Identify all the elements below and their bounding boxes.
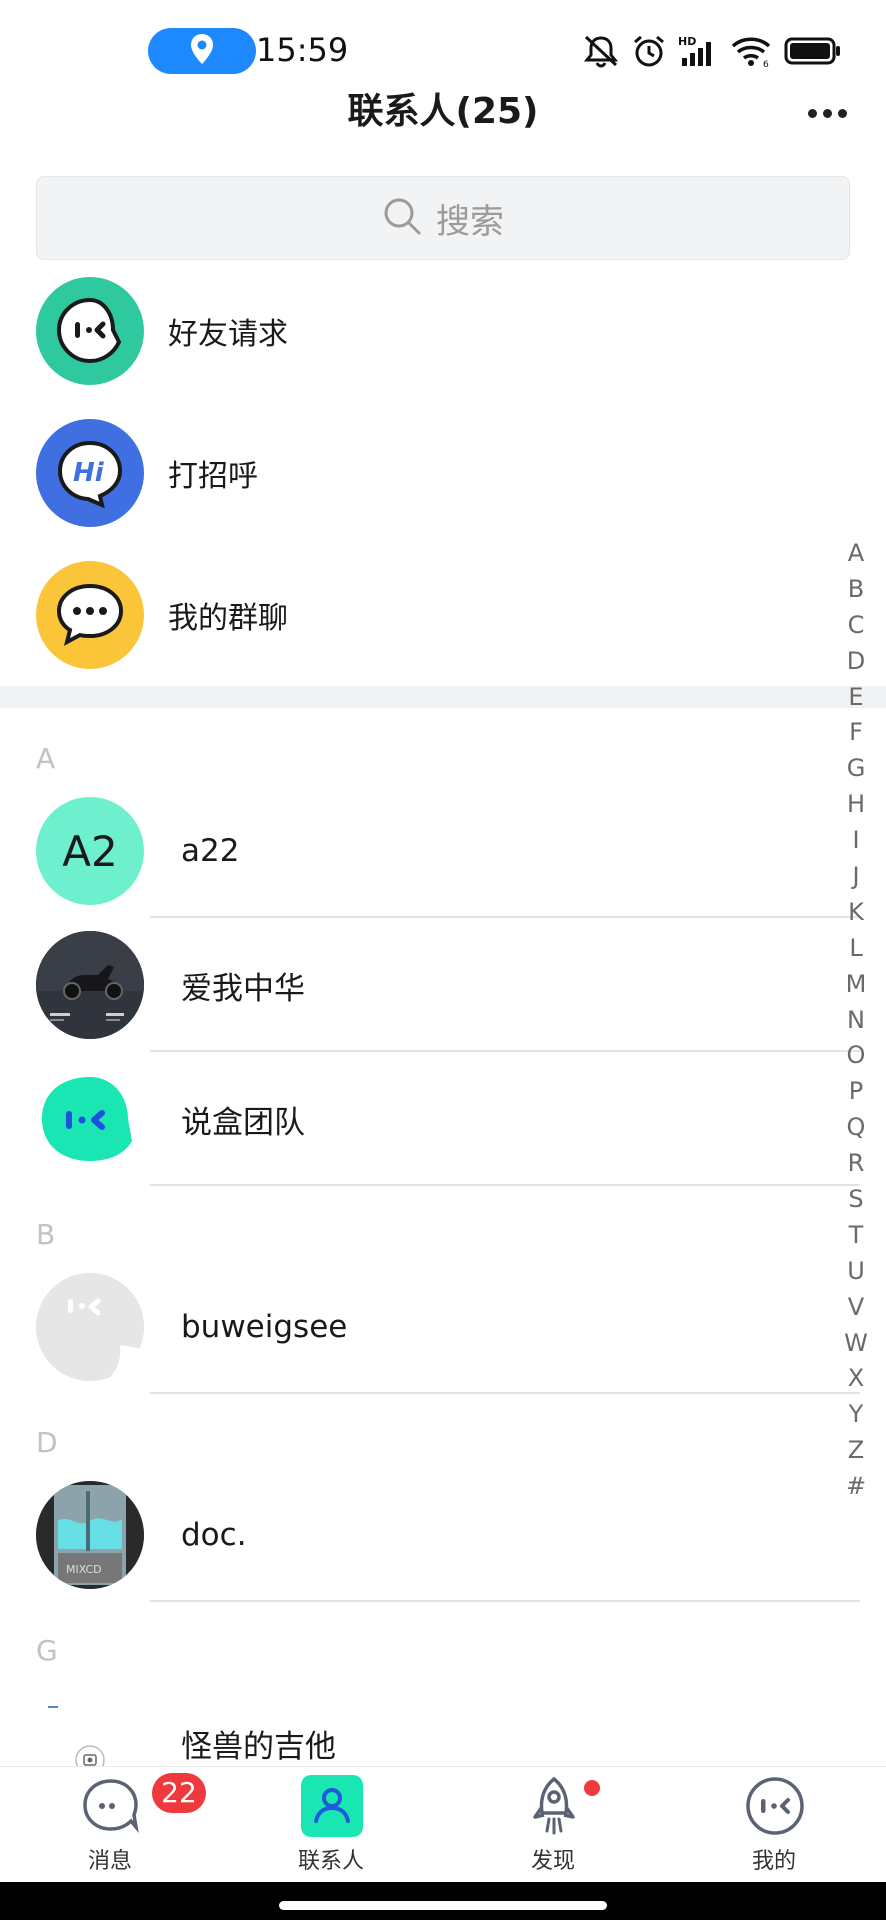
svg-text:MIXCD: MIXCD [66,1563,102,1576]
alphabet-index-letter[interactable]: G [836,751,876,787]
alphabet-index-letter[interactable]: X [836,1361,876,1397]
avatar: MIXCD [36,1481,144,1589]
unread-badge: 22 [152,1773,206,1813]
tab-discover[interactable]: 发现 [473,1767,633,1883]
alphabet-index-letter[interactable]: W [836,1326,876,1362]
discover-rocket-icon [523,1775,585,1837]
alphabet-index-letter[interactable]: V [836,1290,876,1326]
alphabet-index-letter[interactable]: B [836,572,876,608]
avatar: A2 [36,797,144,905]
location-icon [189,33,215,69]
hi-greeting-icon: Hi [36,419,144,527]
tab-contacts[interactable]: 联系人 [251,1767,411,1883]
contact-name: 说盒团队 [181,1104,305,1141]
alphabet-index-letter[interactable]: C [836,608,876,644]
hd-signal-icon: HD [678,34,718,68]
alphabet-index-letter[interactable]: O [836,1038,876,1074]
svg-text:HD: HD [678,35,696,48]
tab-label: 联系人 [297,1849,364,1874]
avatar [36,1273,144,1381]
feature-label: 我的群聊 [168,601,288,636]
contact-name: a22 [181,833,240,869]
contact-row[interactable]: MIXCD doc. [0,1468,860,1602]
contact-row[interactable]: 爱我中华 [0,918,860,1052]
section-letter: B [36,1218,56,1251]
alphabet-index-letter[interactable]: A [836,536,876,572]
contact-name: doc. [181,1517,247,1553]
alphabet-index-letter[interactable]: S [836,1182,876,1218]
alphabet-index-letter[interactable]: R [836,1146,876,1182]
group-chat-icon [36,561,144,669]
say-hi-entry[interactable]: Hi 打招呼 [0,408,860,538]
alphabet-index-letter[interactable]: Q [836,1110,876,1146]
wifi-icon: 6 [730,34,772,68]
alphabet-index-letter[interactable]: M [836,967,876,1003]
alphabet-index-letter[interactable]: F [836,715,876,751]
alphabet-index-letter[interactable]: Z [836,1433,876,1469]
search-input[interactable]: 搜索 [36,176,850,260]
home-indicator[interactable] [279,1901,607,1910]
section-letter: G [36,1634,58,1667]
avatar [36,931,144,1039]
divider [150,1184,860,1186]
section-letter: A [36,742,56,775]
alarm-icon [632,34,666,68]
tab-label: 消息 [87,1849,132,1874]
alphabet-index-letter[interactable]: J [836,859,876,895]
tab-label: 我的 [751,1849,796,1874]
alphabet-index-letter[interactable]: I [836,823,876,859]
contact-row[interactable]: A2 a22 [0,784,860,918]
alphabet-index-letter[interactable]: T [836,1218,876,1254]
message-icon [80,1775,142,1837]
page-title: 联系人(25) [347,91,539,132]
section-divider [0,686,886,708]
svg-text:6: 6 [763,60,769,68]
alphabet-index-letter[interactable]: H [836,787,876,823]
alphabet-index-letter[interactable]: P [836,1074,876,1110]
svg-text:Hi: Hi [73,458,105,488]
contacts-icon [301,1775,363,1837]
friend-request-entry[interactable]: 好友请求 [0,266,860,396]
alphabet-index[interactable]: A B C D E F G H I J K L M N O P Q R S T U V W X Y Z # [836,536,876,1505]
search-icon [382,196,422,240]
profile-icon [744,1775,806,1837]
divider [150,1600,860,1602]
contact-name: buweigsee [181,1309,348,1345]
tab-profile[interactable]: 我的 [694,1767,854,1883]
tab-messages[interactable]: 22 消息 [30,1767,206,1883]
alphabet-index-letter[interactable]: D [836,644,876,680]
status-icons: HD 6 [582,30,842,72]
location-pill[interactable] [148,28,256,74]
alphabet-index-letter[interactable]: K [836,895,876,931]
battery-icon [784,36,842,66]
friend-request-icon [36,277,144,385]
alphabet-index-letter[interactable]: N [836,1003,876,1039]
alphabet-index-letter[interactable]: # [836,1469,876,1505]
alphabet-index-letter[interactable]: Y [836,1397,876,1433]
divider [150,1392,860,1394]
contact-name: 爱我中华 [181,970,305,1007]
bottom-tab-bar: 22 消息 联系人 发现 我的 [0,1766,886,1882]
contact-row[interactable]: 说盒团队 [0,1052,860,1186]
search-placeholder: 搜索 [436,201,504,242]
tab-label: 发现 [530,1849,575,1874]
alphabet-index-letter[interactable]: L [836,931,876,967]
discover-notification-dot [584,1780,600,1796]
avatar [36,1065,144,1173]
feature-label: 好友请求 [168,317,288,352]
group-chat-entry[interactable]: 我的群聊 [0,550,860,680]
alphabet-index-letter[interactable]: U [836,1254,876,1290]
status-bar: 15:59 HD 6 [0,0,886,100]
contact-row[interactable]: buweigsee [0,1260,860,1394]
more-dots-icon[interactable] [802,98,852,128]
section-letter: D [36,1426,58,1459]
status-time: 15:59 [256,31,349,69]
feature-label: 打招呼 [168,459,258,494]
mute-icon [582,34,620,68]
alphabet-index-letter[interactable]: E [836,680,876,716]
